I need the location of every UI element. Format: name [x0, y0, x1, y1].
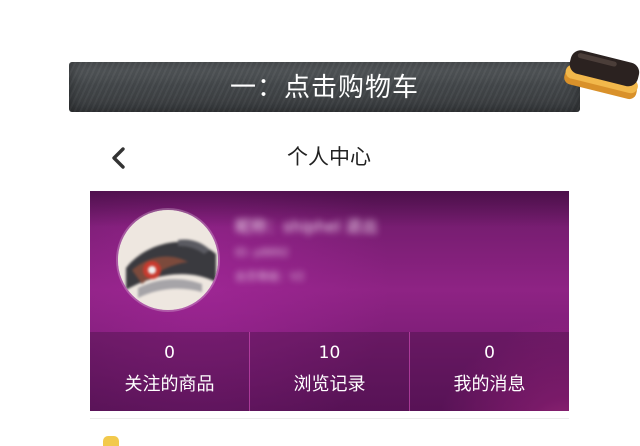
- banner-title: 一：点击购物车: [229, 73, 419, 103]
- tutorial-banner: 一：点击购物车: [69, 50, 640, 112]
- stat-label: 我的消息: [453, 374, 526, 395]
- user-id: ID: p8892: [235, 246, 289, 259]
- page-header: 个人中心: [90, 140, 568, 176]
- section-divider: [90, 418, 569, 419]
- stat-followed-products[interactable]: 0 关注的商品: [90, 332, 249, 411]
- user-info: 昵称：shiphel 退出 ID: p8892 会员等级：V2: [235, 213, 378, 289]
- user-nickname: 昵称：shiphel 退出: [235, 217, 378, 236]
- stat-label: 关注的商品: [124, 374, 215, 395]
- user-level: 会员等级：V2: [235, 270, 305, 283]
- stat-value: 0: [164, 343, 175, 363]
- stat-my-messages[interactable]: 0 我的消息: [409, 332, 569, 411]
- page-title: 个人中心: [287, 145, 371, 169]
- coin-icon: [103, 436, 119, 446]
- stat-browsing-history[interactable]: 10 浏览记录: [249, 332, 409, 411]
- eraser-icon: [564, 50, 640, 100]
- stat-label: 浏览记录: [293, 374, 366, 395]
- avatar[interactable]: [118, 210, 218, 310]
- stat-value: 10: [318, 343, 341, 363]
- stat-value: 0: [484, 343, 495, 363]
- stats-bar: 0 关注的商品 10 浏览记录 0 我的消息: [90, 332, 569, 411]
- profile-card: 昵称：shiphel 退出 ID: p8892 会员等级：V2 0 关注的商品 …: [90, 191, 569, 411]
